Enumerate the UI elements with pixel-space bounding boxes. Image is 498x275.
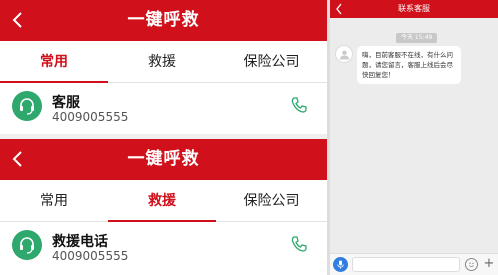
tab-bar: 常用 救援 保险公司 <box>0 41 327 83</box>
contact-row[interactable]: 救援电话 4009005555 <box>0 223 327 273</box>
emergency-panel-common: 一键呼救 常用 救援 保险公司 客服 4009005555 <box>0 0 327 134</box>
left-screenshots: 一键呼救 常用 救援 保险公司 客服 4009005555 一键呼救 常用 救援… <box>0 0 327 275</box>
contact-row[interactable]: 客服 4009005555 <box>0 84 327 134</box>
tab-insurance[interactable]: 保险公司 <box>216 180 327 222</box>
smiley-icon[interactable] <box>465 258 478 271</box>
emergency-panel-rescue: 一键呼救 常用 救援 保险公司 救援电话 4009005555 <box>0 139 327 275</box>
chat-message-bubble: 嗨，目前客服不在线，有什么问题，请您留言，客服上线后会尽快回复您！ <box>357 46 461 84</box>
header-bar: 一键呼救 <box>0 139 327 180</box>
active-tab-indicator <box>0 81 108 83</box>
tab-bar: 常用 救援 保险公司 <box>0 180 327 222</box>
chat-header: 联系客服 <box>330 0 498 18</box>
contact-number: 4009005555 <box>52 249 129 263</box>
chat-input-bar: + <box>330 253 498 275</box>
chat-timestamp: 今天 15:49 <box>396 33 438 43</box>
contact-name: 客服 <box>52 95 80 111</box>
headset-icon <box>12 230 42 260</box>
phone-icon[interactable] <box>290 96 308 114</box>
tab-common[interactable]: 常用 <box>0 180 108 222</box>
tab-rescue[interactable]: 救援 <box>108 180 216 222</box>
tab-label: 常用 <box>40 54 68 70</box>
page-title: 一键呼救 <box>127 10 200 30</box>
tab-insurance[interactable]: 保险公司 <box>216 41 327 83</box>
contact-name: 救援电话 <box>52 234 108 250</box>
tab-label: 保险公司 <box>243 193 300 209</box>
tab-label: 救援 <box>148 54 176 70</box>
plus-icon[interactable]: + <box>482 257 496 271</box>
agent-avatar-icon <box>335 45 353 63</box>
header-bar: 一键呼救 <box>0 0 327 41</box>
microphone-icon[interactable] <box>333 257 348 272</box>
message-input[interactable] <box>352 257 460 272</box>
contact-number: 4009005555 <box>52 110 129 124</box>
active-tab-indicator <box>108 220 216 222</box>
chat-title: 联系客服 <box>398 4 430 13</box>
tab-label: 救援 <box>148 193 176 209</box>
tab-label: 常用 <box>40 193 68 209</box>
page-title: 一键呼救 <box>127 149 200 169</box>
phone-icon[interactable] <box>290 235 308 253</box>
tab-label: 保险公司 <box>243 54 300 70</box>
tab-rescue[interactable]: 救援 <box>108 41 216 83</box>
chat-screen: 联系客服 今天 15:49 嗨，目前客服不在线，有什么问题，请您留言，客服上线后… <box>330 0 498 275</box>
headset-icon <box>12 91 42 121</box>
tab-common[interactable]: 常用 <box>0 41 108 83</box>
